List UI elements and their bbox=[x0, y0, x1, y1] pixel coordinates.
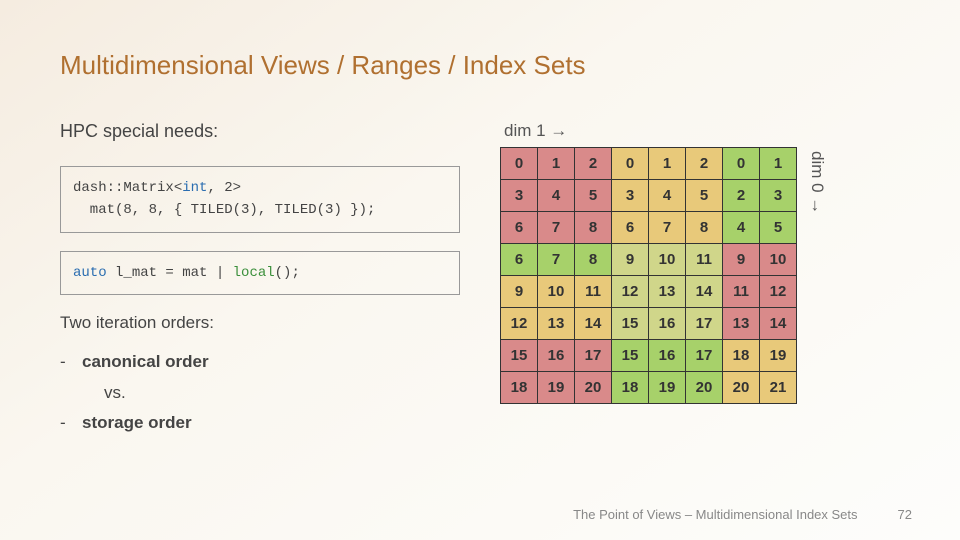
matrix-cell: 2 bbox=[575, 148, 612, 180]
matrix-cell: 20 bbox=[686, 372, 723, 404]
matrix-cell: 18 bbox=[501, 372, 538, 404]
matrix-cell: 19 bbox=[538, 372, 575, 404]
matrix-cell: 14 bbox=[686, 276, 723, 308]
bullet-list: -canonical order vs. -storage order bbox=[60, 347, 460, 439]
matrix-cell: 0 bbox=[612, 148, 649, 180]
page-number: 72 bbox=[898, 507, 912, 522]
matrix-cell: 15 bbox=[501, 340, 538, 372]
matrix-cell: 8 bbox=[575, 212, 612, 244]
matrix-cell: 8 bbox=[686, 212, 723, 244]
matrix-cell: 18 bbox=[612, 372, 649, 404]
matrix-cell: 10 bbox=[649, 244, 686, 276]
matrix-cell: 2 bbox=[686, 148, 723, 180]
matrix-cell: 4 bbox=[538, 180, 575, 212]
matrix-cell: 19 bbox=[649, 372, 686, 404]
matrix-cell: 3 bbox=[501, 180, 538, 212]
matrix-cell: 12 bbox=[612, 276, 649, 308]
matrix-cell: 9 bbox=[723, 244, 760, 276]
slide-title: Multidimensional Views / Ranges / Index … bbox=[60, 50, 900, 81]
matrix-cell: 6 bbox=[612, 212, 649, 244]
matrix-cell: 19 bbox=[760, 340, 797, 372]
matrix-cell: 14 bbox=[760, 308, 797, 340]
matrix-cell: 4 bbox=[723, 212, 760, 244]
matrix-cell: 10 bbox=[760, 244, 797, 276]
matrix-cell: 17 bbox=[686, 340, 723, 372]
matrix-cell: 2 bbox=[723, 180, 760, 212]
matrix-cell: 7 bbox=[538, 244, 575, 276]
matrix-cell: 9 bbox=[612, 244, 649, 276]
matrix-cell: 13 bbox=[649, 276, 686, 308]
matrix-cell: 0 bbox=[501, 148, 538, 180]
footer-text: The Point of Views – Multidimensional In… bbox=[573, 507, 857, 522]
matrix-cell: 21 bbox=[760, 372, 797, 404]
matrix-cell: 7 bbox=[538, 212, 575, 244]
matrix-cell: 11 bbox=[686, 244, 723, 276]
matrix-cell: 1 bbox=[538, 148, 575, 180]
section-heading: Two iteration orders: bbox=[60, 313, 460, 333]
dim1-label: dim 1 → bbox=[500, 121, 797, 141]
matrix-cell: 5 bbox=[575, 180, 612, 212]
matrix-grid: 0120120134534523678678456789101191091011… bbox=[500, 147, 797, 404]
matrix-cell: 3 bbox=[760, 180, 797, 212]
matrix-cell: 6 bbox=[501, 244, 538, 276]
matrix-cell: 1 bbox=[760, 148, 797, 180]
matrix-cell: 9 bbox=[501, 276, 538, 308]
matrix-cell: 15 bbox=[612, 308, 649, 340]
matrix-cell: 6 bbox=[501, 212, 538, 244]
matrix-cell: 14 bbox=[575, 308, 612, 340]
matrix-cell: 11 bbox=[575, 276, 612, 308]
matrix-cell: 17 bbox=[575, 340, 612, 372]
matrix-cell: 20 bbox=[575, 372, 612, 404]
matrix-cell: 17 bbox=[686, 308, 723, 340]
matrix-cell: 16 bbox=[649, 340, 686, 372]
matrix-cell: 12 bbox=[501, 308, 538, 340]
matrix-cell: 8 bbox=[575, 244, 612, 276]
matrix-cell: 4 bbox=[649, 180, 686, 212]
matrix-cell: 0 bbox=[723, 148, 760, 180]
matrix-cell: 12 bbox=[760, 276, 797, 308]
matrix-cell: 1 bbox=[649, 148, 686, 180]
matrix-cell: 7 bbox=[649, 212, 686, 244]
subheading: HPC special needs: bbox=[60, 121, 460, 142]
matrix-cell: 11 bbox=[723, 276, 760, 308]
code-block-1: dash::Matrix<int, 2> mat(8, 8, { TILED(3… bbox=[60, 166, 460, 233]
matrix-cell: 15 bbox=[612, 340, 649, 372]
matrix-cell: 13 bbox=[538, 308, 575, 340]
matrix-cell: 20 bbox=[723, 372, 760, 404]
matrix-cell: 13 bbox=[723, 308, 760, 340]
matrix-cell: 18 bbox=[723, 340, 760, 372]
matrix-cell: 16 bbox=[649, 308, 686, 340]
matrix-cell: 3 bbox=[612, 180, 649, 212]
dim0-label: dim 0 → bbox=[805, 121, 827, 214]
matrix-cell: 10 bbox=[538, 276, 575, 308]
matrix-cell: 5 bbox=[760, 212, 797, 244]
matrix-cell: 5 bbox=[686, 180, 723, 212]
code-block-2: auto l_mat = mat | local(); bbox=[60, 251, 460, 295]
matrix-cell: 16 bbox=[538, 340, 575, 372]
